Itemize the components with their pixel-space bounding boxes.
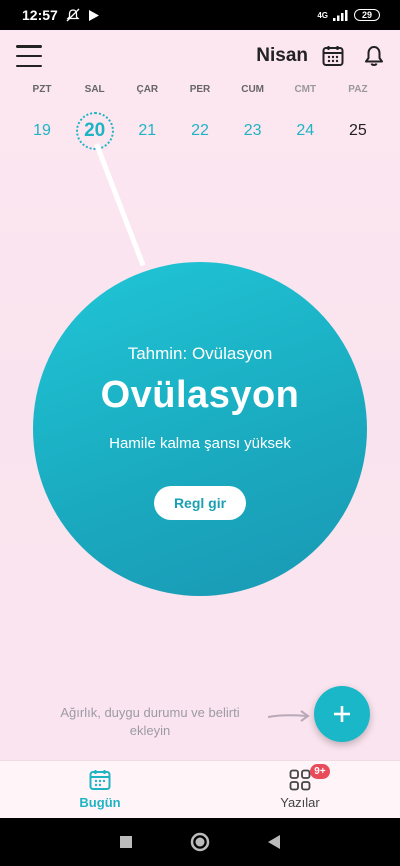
day-mon[interactable]: PZT 19: [16, 84, 68, 160]
day-name: ÇAR: [136, 84, 159, 95]
app-header: Nisan: [0, 30, 400, 82]
calendar-icon[interactable]: [322, 45, 344, 67]
day-name: SAL: [84, 84, 105, 95]
bell-icon[interactable]: [364, 45, 384, 67]
prediction-text: Tahmin: Ovülasyon: [127, 344, 273, 363]
grid-icon: [289, 769, 311, 791]
day-thu[interactable]: PER 22: [174, 84, 226, 160]
notification-badge: 9+: [310, 764, 330, 779]
day-name: CMT: [294, 84, 317, 95]
month-label[interactable]: Nisan: [256, 45, 308, 67]
day-number: 23: [243, 122, 262, 139]
nav-articles[interactable]: 9+ Yazılar: [240, 764, 360, 810]
day-number: 22: [191, 122, 209, 139]
play-store-icon: [88, 9, 99, 21]
day-sun[interactable]: PAZ 25: [332, 84, 384, 160]
cycle-circle: Tahmin: Ovülasyon Ovülasyon Hamile kalma…: [33, 262, 367, 596]
day-name: PAZ: [348, 84, 368, 95]
day-number: 19: [33, 122, 51, 139]
network-label: 4G: [317, 10, 328, 20]
status-time: 12:57: [22, 7, 58, 23]
menu-icon[interactable]: [16, 45, 42, 67]
battery-icon: 29: [354, 9, 380, 21]
day-name: PER: [189, 84, 211, 95]
day-name: CUM: [241, 84, 265, 95]
nav-articles-label: Yazılar: [280, 795, 320, 810]
chance-text: Hamile kalma şansı yüksek: [109, 435, 291, 452]
add-button[interactable]: [314, 686, 370, 742]
day-number: 25: [349, 122, 367, 139]
day-fri[interactable]: CUM 23: [227, 84, 279, 160]
day-wed[interactable]: ÇAR 21: [121, 84, 173, 160]
phase-title: Ovülasyon: [100, 374, 300, 416]
calendar-icon: [89, 770, 111, 790]
day-name: PZT: [32, 84, 52, 95]
status-bar: 12:57 4G 29: [0, 0, 400, 30]
status-right: 4G 29: [317, 9, 380, 21]
system-nav-bar: [0, 818, 400, 866]
header-right: Nisan: [256, 45, 384, 67]
status-left: 12:57: [22, 7, 100, 23]
week-strip: PZT 19 SAL 20 ÇAR 21 PER 22 CUM 23 CMT 2…: [16, 84, 384, 160]
recents-icon[interactable]: [119, 835, 133, 849]
add-hint-text: Ağırlık, duygu durumu ve belirti ekleyin: [60, 705, 240, 738]
mute-icon: [66, 8, 80, 22]
bottom-nav: Bugün 9+ Yazılar: [0, 760, 400, 818]
nav-today-label: Bugün: [79, 795, 121, 810]
signal-icon: [333, 10, 348, 21]
nav-today[interactable]: Bugün: [40, 769, 160, 810]
log-period-button[interactable]: Regl gir: [153, 486, 247, 520]
home-icon[interactable]: [190, 832, 210, 852]
day-number: 21: [138, 122, 157, 139]
day-sat[interactable]: CMT 24: [279, 84, 331, 160]
day-number: 24: [296, 122, 315, 139]
hint-arrow-icon: [267, 710, 310, 722]
plus-icon: [334, 706, 350, 722]
day-connector-line: [94, 143, 146, 267]
back-icon[interactable]: [267, 834, 281, 850]
